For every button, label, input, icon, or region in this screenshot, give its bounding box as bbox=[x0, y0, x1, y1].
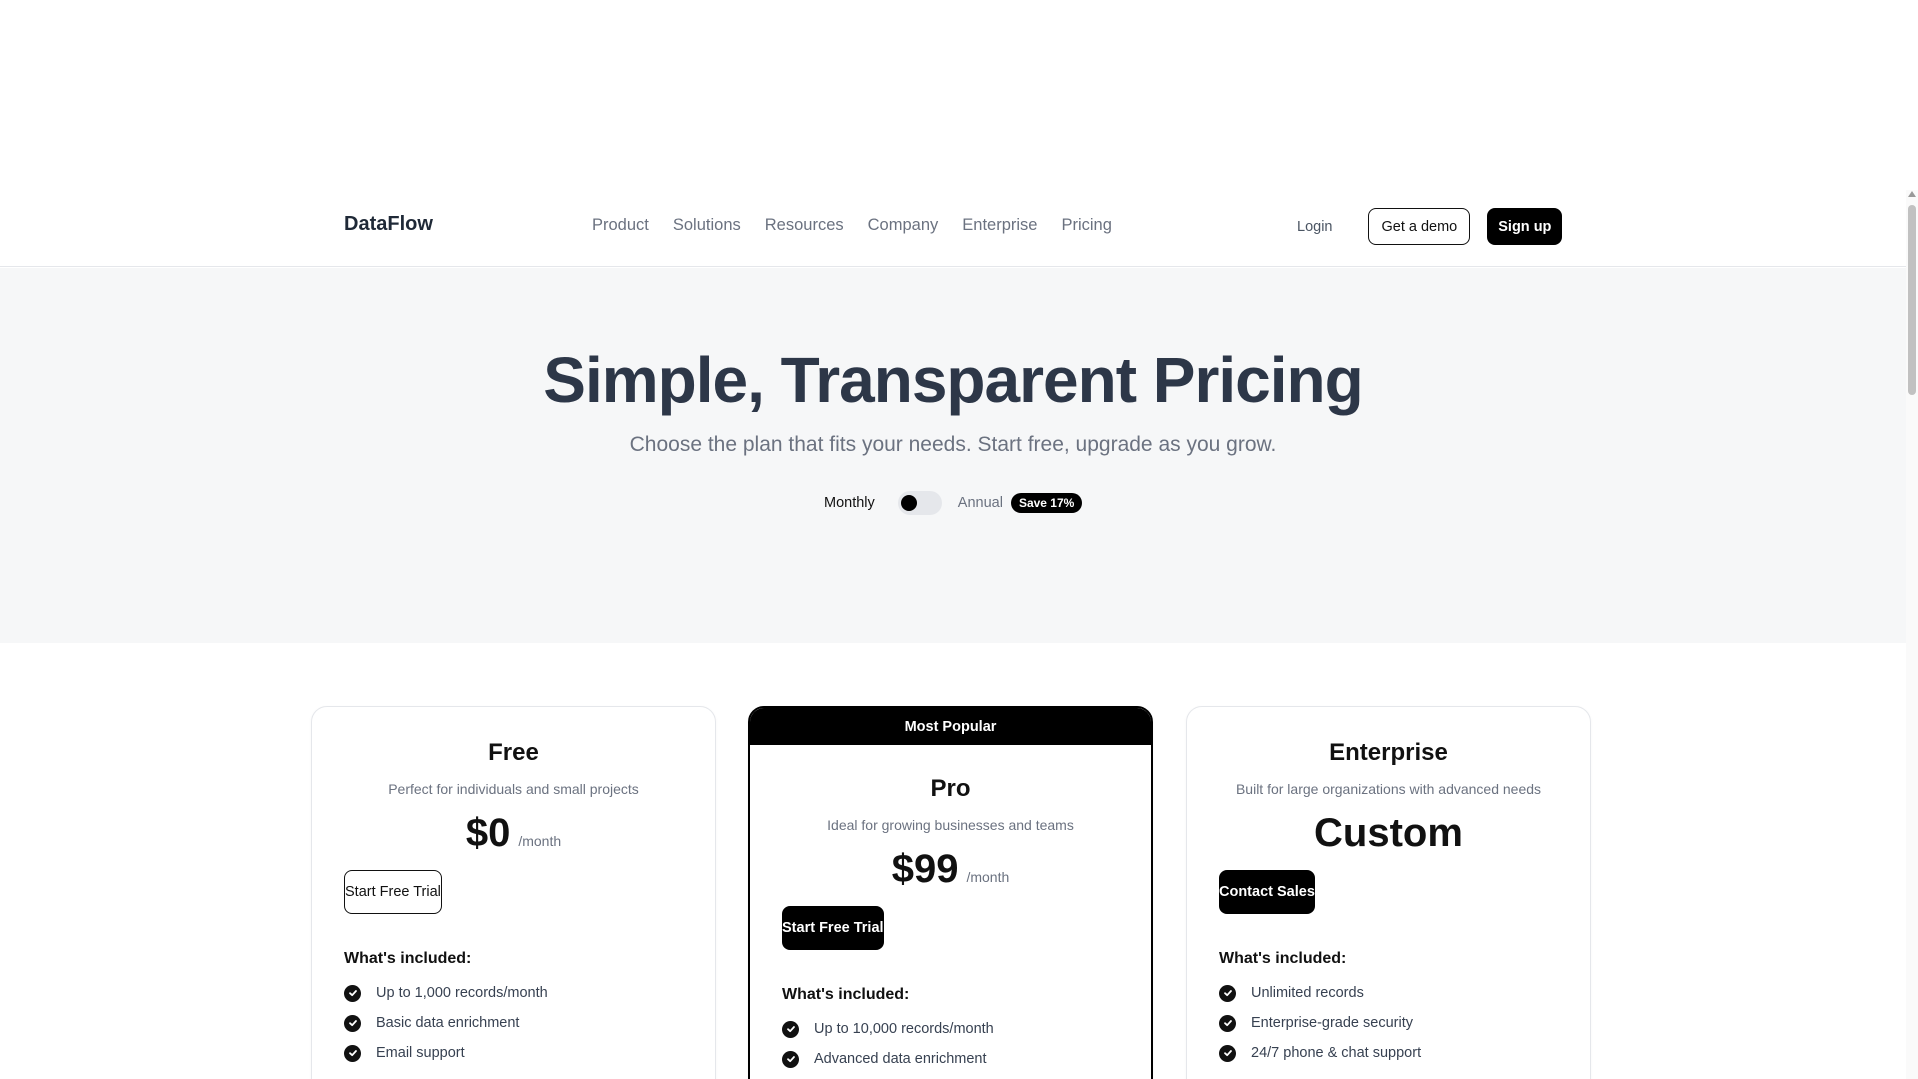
list-item: Basic data enrichment bbox=[344, 1008, 683, 1038]
price-period: /month bbox=[518, 833, 562, 849]
check-circle-icon bbox=[1219, 1044, 1236, 1062]
check-circle-icon bbox=[344, 1044, 361, 1062]
list-item: 24/7 phone & chat support bbox=[1219, 1038, 1558, 1068]
feature-list: Up to 10,000 records/month Advanced data… bbox=[782, 1014, 1119, 1074]
plan-description: Ideal for growing businesses and teams bbox=[827, 817, 1074, 833]
plan-price: Custom bbox=[1314, 811, 1463, 855]
plan-price: $0 bbox=[465, 811, 511, 855]
main-nav: Product Solutions Resources Company Ente… bbox=[592, 216, 1136, 235]
feature-text: 24/7 phone & chat support bbox=[1251, 1045, 1422, 1061]
nav-enterprise[interactable]: Enterprise bbox=[962, 216, 1037, 235]
start-free-trial-button[interactable]: Start Free Trial bbox=[782, 906, 884, 950]
list-item: Email support bbox=[344, 1038, 683, 1068]
page-scrollbar[interactable] bbox=[1906, 190, 1918, 1079]
get-demo-button[interactable]: Get a demo bbox=[1368, 208, 1471, 245]
annual-label: Annual bbox=[957, 495, 1003, 511]
plan-price: $99 bbox=[891, 847, 959, 891]
check-circle-icon bbox=[1219, 984, 1236, 1002]
plan-card-free: Free Perfect for individuals and small p… bbox=[311, 706, 716, 1079]
plan-name: Pro bbox=[930, 775, 971, 802]
toggle-knob bbox=[900, 495, 917, 511]
feature-list: Up to 1,000 records/month Basic data enr… bbox=[344, 978, 683, 1068]
page-subtitle: Choose the plan that fits your needs. St… bbox=[629, 433, 1277, 456]
feature-text: Email support bbox=[376, 1045, 465, 1061]
contact-sales-button[interactable]: Contact Sales bbox=[1219, 870, 1315, 914]
nav-pricing[interactable]: Pricing bbox=[1061, 216, 1111, 235]
feature-list: Unlimited records Enterprise-grade secur… bbox=[1219, 978, 1558, 1068]
check-circle-icon bbox=[1219, 1014, 1236, 1032]
billing-toggle-row: Monthly Annual Save 17% bbox=[824, 491, 1083, 515]
page-title: Simple, Transparent Pricing bbox=[543, 344, 1363, 416]
check-circle-icon bbox=[782, 1020, 799, 1038]
scroll-up-icon[interactable] bbox=[1908, 191, 1916, 197]
monthly-label: Monthly bbox=[824, 495, 875, 511]
price-row: $99 /month bbox=[750, 847, 1151, 892]
included-heading: What's included: bbox=[782, 986, 910, 1003]
plan-name: Enterprise bbox=[1329, 739, 1448, 766]
price-row: $0 /month bbox=[312, 811, 715, 856]
feature-text: Enterprise-grade security bbox=[1251, 1015, 1413, 1031]
list-item: Advanced data enrichment bbox=[782, 1044, 1119, 1074]
check-circle-icon bbox=[344, 984, 361, 1002]
price-row: Custom bbox=[1187, 811, 1590, 856]
plan-name: Free bbox=[488, 739, 539, 766]
logo[interactable]: DataFlow bbox=[344, 213, 433, 236]
plan-description: Built for large organizations with advan… bbox=[1235, 781, 1542, 797]
login-link[interactable]: Login bbox=[1297, 219, 1332, 235]
included-heading: What's included: bbox=[344, 950, 472, 967]
feature-text: Unlimited records bbox=[1251, 985, 1364, 1001]
feature-text: Advanced data enrichment bbox=[814, 1051, 987, 1067]
start-free-trial-button[interactable]: Start Free Trial bbox=[344, 870, 442, 914]
list-item: Enterprise-grade security bbox=[1219, 1008, 1558, 1038]
scrollbar-thumb[interactable] bbox=[1908, 205, 1916, 395]
plan-description: Perfect for individuals and small projec… bbox=[388, 781, 639, 797]
list-item: Unlimited records bbox=[1219, 978, 1558, 1008]
check-circle-icon bbox=[782, 1050, 799, 1068]
signup-button[interactable]: Sign up bbox=[1487, 208, 1563, 245]
plan-card-enterprise: Enterprise Built for large organizations… bbox=[1186, 706, 1591, 1079]
feature-text: Basic data enrichment bbox=[376, 1015, 520, 1031]
nav-solutions[interactable]: Solutions bbox=[673, 216, 741, 235]
list-item: Up to 1,000 records/month bbox=[344, 978, 683, 1008]
top-blank-area bbox=[0, 0, 1918, 190]
included-heading: What's included: bbox=[1219, 950, 1347, 967]
nav-resources[interactable]: Resources bbox=[765, 216, 844, 235]
nav-company[interactable]: Company bbox=[868, 216, 939, 235]
site-header: DataFlow Product Solutions Resources Com… bbox=[0, 190, 1906, 267]
billing-toggle[interactable] bbox=[897, 491, 942, 515]
feature-text: Up to 10,000 records/month bbox=[814, 1021, 994, 1037]
nav-product[interactable]: Product bbox=[592, 216, 649, 235]
feature-text: Up to 1,000 records/month bbox=[376, 985, 548, 1001]
hero-section: Simple, Transparent Pricing Choose the p… bbox=[0, 268, 1906, 643]
check-circle-icon bbox=[344, 1014, 361, 1032]
header-actions: Login Get a demo Sign up bbox=[1280, 208, 1563, 245]
most-popular-badge: Most Popular bbox=[750, 708, 1151, 745]
save-badge: Save 17% bbox=[1010, 493, 1083, 513]
plan-card-pro: Most Popular Pro Ideal for growing busin… bbox=[748, 706, 1153, 1079]
list-item: Up to 10,000 records/month bbox=[782, 1014, 1119, 1044]
price-period: /month bbox=[966, 869, 1010, 885]
